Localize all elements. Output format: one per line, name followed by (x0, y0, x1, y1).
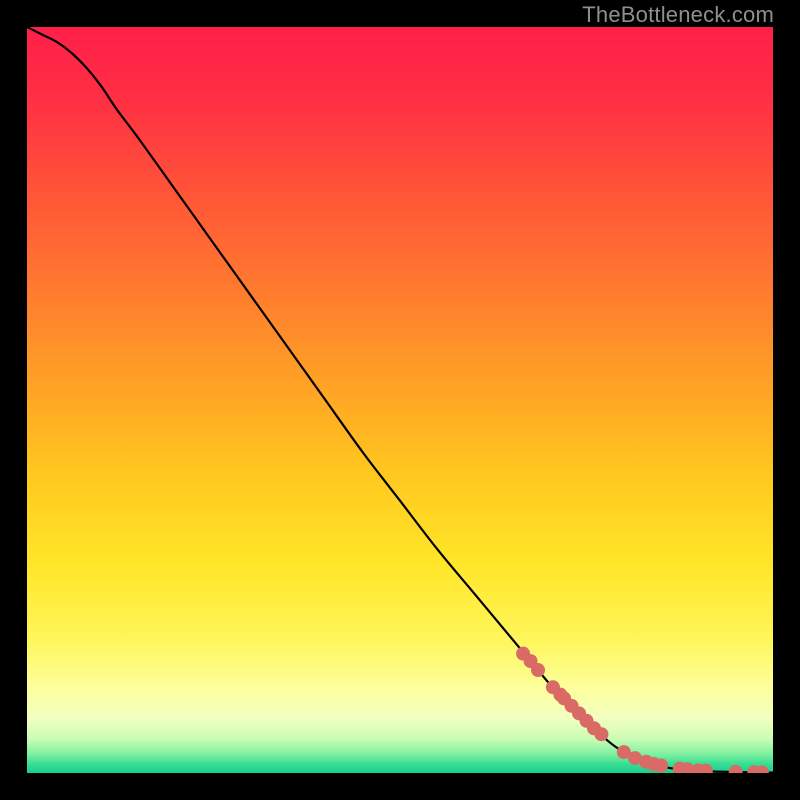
dots-layer (27, 27, 773, 773)
stage: TheBottleneck.com (0, 0, 800, 800)
watermark-text: TheBottleneck.com (582, 2, 774, 28)
data-dot (654, 759, 668, 773)
plot-area (27, 27, 773, 773)
data-dot (531, 663, 545, 677)
data-dot (594, 727, 608, 741)
data-dot (729, 765, 743, 773)
